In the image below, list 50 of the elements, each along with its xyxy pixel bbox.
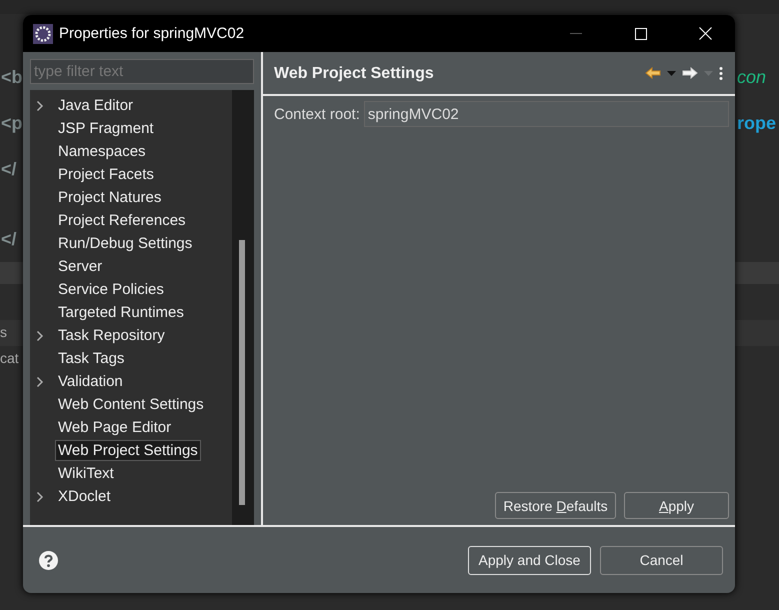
- chevron-right-icon[interactable]: [36, 100, 44, 112]
- tree-item[interactable]: Task Repository: [55, 325, 168, 346]
- restore-defaults-button[interactable]: Restore Defaults: [495, 492, 616, 519]
- tree-item[interactable]: WikiText: [55, 463, 117, 484]
- tree-item[interactable]: Task Tags: [55, 348, 128, 369]
- chevron-right-icon[interactable]: [36, 490, 44, 502]
- tree-item[interactable]: Validation: [55, 371, 126, 392]
- tree-item[interactable]: Project Natures: [55, 187, 164, 208]
- scrollbar[interactable]: [232, 90, 254, 525]
- tree-item[interactable]: JSP Fragment: [55, 118, 157, 139]
- more-icon[interactable]: [719, 66, 723, 80]
- code-fragment: rope: [737, 112, 776, 134]
- forward-arrow-icon[interactable]: [682, 67, 698, 79]
- tree-item[interactable]: Web Project Settings: [55, 440, 201, 461]
- chevron-right-icon[interactable]: [36, 376, 44, 388]
- code-fragment: cat: [0, 349, 19, 367]
- page-title: Web Project Settings: [274, 64, 435, 83]
- tree-item[interactable]: Web Content Settings: [55, 394, 207, 415]
- dropdown-icon: [704, 70, 713, 76]
- app-icon: [33, 24, 53, 44]
- code-fragment: con: [737, 66, 766, 88]
- tree-item[interactable]: Namespaces: [55, 141, 149, 162]
- code-fragment: <b: [1, 66, 23, 88]
- tree-item[interactable]: Web Page Editor: [55, 417, 174, 438]
- tree-item[interactable]: Project References: [55, 210, 189, 231]
- tree-item[interactable]: Java Editor: [55, 95, 136, 116]
- back-arrow-icon[interactable]: [645, 67, 661, 79]
- apply-and-close-button[interactable]: Apply and Close: [468, 546, 591, 574]
- maximize-icon[interactable]: [634, 28, 646, 40]
- filter-field[interactable]: type filter text: [30, 59, 254, 84]
- tree-item[interactable]: Run/Debug Settings: [55, 233, 196, 254]
- help-icon[interactable]: [39, 550, 58, 570]
- tree-item[interactable]: XDoclet: [55, 486, 114, 507]
- close-icon[interactable]: [699, 27, 712, 40]
- tree-item[interactable]: Service Policies: [55, 279, 167, 300]
- code-fragment: </: [1, 158, 17, 180]
- window-title: Properties for springMVC02: [59, 25, 246, 42]
- code-fragment: </: [1, 228, 17, 250]
- field-label: Context root:: [274, 106, 360, 122]
- tree-item[interactable]: Targeted Runtimes: [55, 302, 187, 323]
- context-root-field[interactable]: springMVC02: [364, 101, 729, 127]
- dropdown-icon[interactable]: [667, 70, 676, 76]
- minimize-icon[interactable]: [570, 33, 582, 34]
- tree-item[interactable]: Project Facets: [55, 164, 157, 185]
- tree-item[interactable]: Server: [55, 256, 106, 277]
- chevron-right-icon[interactable]: [36, 330, 44, 342]
- cancel-button[interactable]: Cancel: [600, 546, 723, 574]
- code-fragment: <p: [1, 112, 23, 134]
- code-fragment: s: [0, 323, 7, 341]
- apply-button[interactable]: Apply: [624, 492, 729, 519]
